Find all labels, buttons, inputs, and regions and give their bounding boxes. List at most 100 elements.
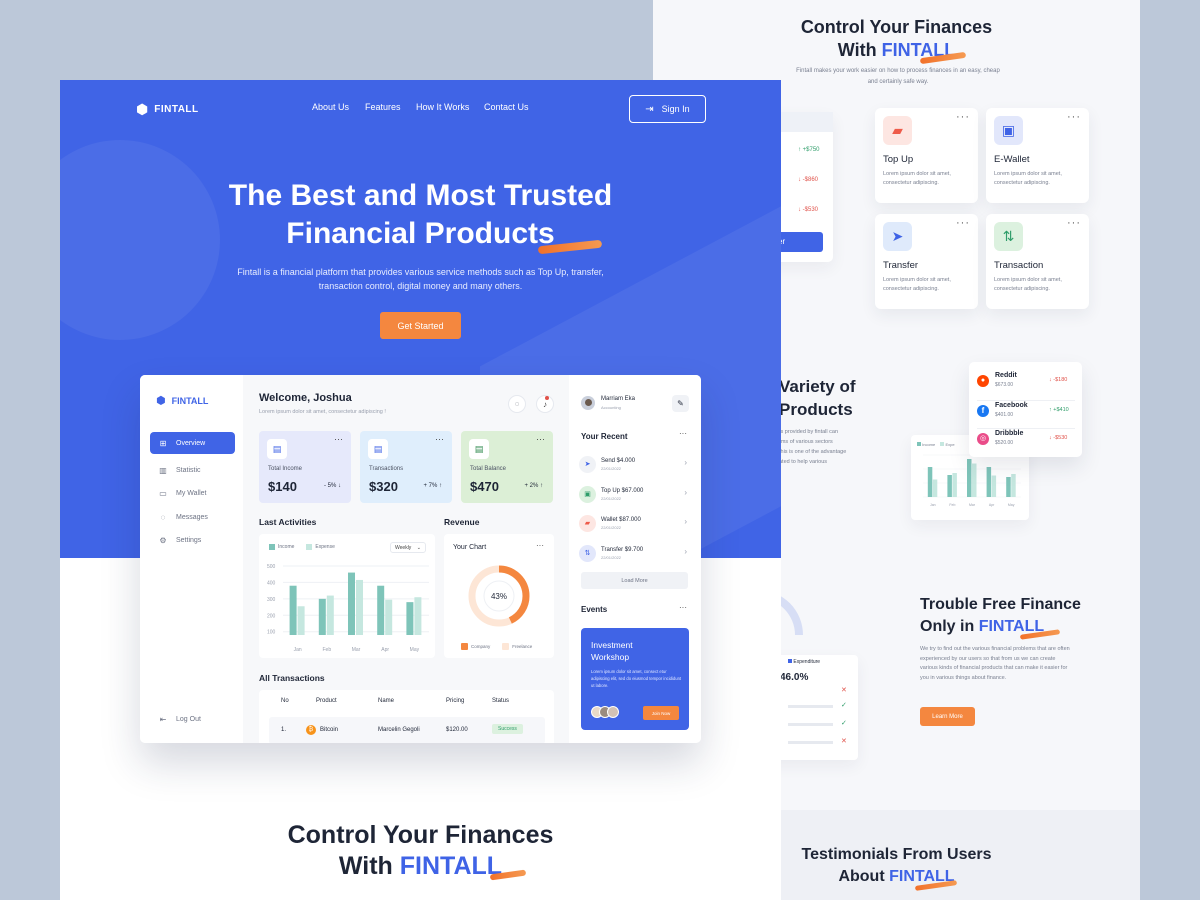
feature-desc: Lorem ipsum dolor sit amet, consectetur … (883, 277, 951, 292)
more-icon[interactable]: ··· (435, 434, 444, 444)
brand-name: FINTALL (154, 104, 199, 115)
social-change: ↓ -$530 (1049, 435, 1068, 441)
welcome-subtitle: Lorem ipsum dolor sit amet, consectetur … (259, 409, 386, 415)
sidebar-item-overview[interactable]: ⊞ Overview (150, 432, 235, 454)
feature-desc: Lorem ipsum dolor sit amet, consectetur … (994, 171, 1062, 186)
legend-swatch (788, 659, 792, 663)
x-tick-label: Apr (381, 647, 389, 653)
event-card[interactable]: Investment Workshop Lorem ipsum dolor sit… (581, 628, 689, 730)
social-row-facebook[interactable]: f Facebook $401.00 ↑ +$410 (977, 400, 1075, 424)
social-row-dribbble[interactable]: ◎ Dribbble $520.00 ↓ -$530 (977, 428, 1075, 452)
bar-income (377, 585, 385, 635)
stat-card-transactions[interactable]: ▤ ··· Transactions $320 + 7% ↑ (360, 431, 452, 503)
chevron-right-icon: › (684, 458, 687, 467)
more-icon[interactable]: ··· (679, 429, 687, 438)
chevron-right-icon: › (684, 488, 687, 497)
sign-in-label: Sign In (661, 104, 690, 114)
feature-card-transfer[interactable]: ➤ ··· Transfer Lorem ipsum dolor sit ame… (875, 214, 978, 309)
hero-title-line2: Financial Products (286, 217, 555, 250)
social-card: ● Reddit $673.00 ↓ -$180 f Facebook $401… (969, 362, 1082, 457)
feature-card-topup[interactable]: ▰ ··· Top Up Lorem ipsum dolor sit amet,… (875, 108, 978, 203)
dashboard-logo[interactable]: ⬢ FINTALL (156, 394, 208, 407)
feature-card-ewallet[interactable]: ▣ ··· E-Wallet Lorem ipsum dolor sit ame… (986, 108, 1089, 203)
bar-expense (356, 579, 363, 635)
recent-label: Transfer $9.700 (601, 546, 644, 553)
money-icon: ▤ (368, 439, 388, 459)
social-name: Facebook (995, 402, 1028, 409)
transfer-icon: ⇅ (579, 544, 596, 562)
nav-about-us[interactable]: About Us (312, 102, 349, 112)
feature-card-transaction[interactable]: ⇅ ··· Transaction Lorem ipsum dolor sit … (986, 214, 1089, 309)
dashboard-preview: ⬢ FINTALL ⊞ Overview ▥ Statistic ▭ My Walle… (140, 375, 701, 743)
edit-icon[interactable]: ✎ (672, 395, 689, 412)
login-icon: ⇥ (645, 103, 654, 115)
social-amount: $520.00 (995, 440, 1014, 446)
more-icon[interactable]: ··· (956, 217, 970, 229)
col-header-no: No (281, 698, 289, 704)
y-tick-label: 300 (267, 597, 276, 603)
x-tick-label: Jan (294, 647, 302, 653)
mini-bar-income (986, 467, 992, 497)
chart-icon: ▥ (159, 465, 167, 475)
learn-more-button[interactable]: Learn More (920, 707, 975, 726)
all-transactions-title: All Transactions (259, 673, 325, 683)
chevron-down-icon: ⌄ (416, 544, 421, 551)
cell-pricing: $120.00 (446, 727, 468, 733)
cell-product: Bitcoin (320, 727, 339, 733)
more-icon[interactable]: ··· (956, 111, 970, 123)
recent-date: 22/01/2022 (601, 465, 622, 471)
more-icon[interactable]: ··· (1067, 217, 1081, 229)
main-landing-page: ⬢ FINTALL About Us Features How It Works… (60, 80, 781, 900)
more-icon[interactable]: ··· (536, 541, 544, 550)
sidebar-item-my-wallet[interactable]: ▭ My Wallet (150, 482, 235, 504)
bar-income (406, 602, 414, 635)
get-started-button[interactable]: Get Started (380, 312, 461, 339)
brand-accent: FINTALL (399, 852, 503, 880)
sidebar-item-messages[interactable]: ◌ Messages (150, 506, 235, 528)
more-icon[interactable]: ··· (536, 434, 545, 444)
money-icon: ▤ (469, 439, 489, 459)
legend-swatch-company (461, 643, 468, 650)
nav-contact-us[interactable]: Contact Us (484, 102, 529, 112)
notification-dot (545, 396, 549, 400)
period-dropdown[interactable]: Weekly ⌄ (390, 542, 426, 553)
more-icon[interactable]: ··· (334, 434, 343, 444)
attendee-avatars (591, 706, 619, 718)
dashboard-right-panel: Marriam Eka Accounting ✎ Your Recent ···… (569, 375, 701, 743)
mini-bar-expense (932, 479, 938, 497)
legend-swatch-income (269, 544, 275, 550)
logout-button[interactable]: ⇤ Log Out (150, 708, 235, 730)
recent-item-transfer[interactable]: ⇅ Transfer $9.700 22/01/2022 › (579, 540, 691, 566)
legend-swatch (917, 442, 921, 446)
sidebar-item-label: Settings (176, 536, 202, 544)
logo[interactable]: ⬢ FINTALL (136, 101, 199, 118)
trouble-desc: We try to find out the various financial… (920, 646, 1070, 681)
bar-income (289, 585, 297, 635)
amount-up: ↑ +$750 (798, 147, 820, 153)
more-icon[interactable]: ··· (1067, 111, 1081, 123)
wallet-red-icon: ▰ (883, 116, 912, 145)
stat-card-total-income[interactable]: ▤ ··· Total Income $140 - 5% ↓ (259, 431, 351, 503)
mini-bar-expense (1011, 474, 1016, 497)
stat-change-text: + 2% (524, 483, 539, 489)
recent-item-topup[interactable]: ▣ Top Up $67.000 22/01/2022 › (579, 481, 691, 507)
topup-icon: ▣ (579, 485, 596, 503)
social-row-reddit[interactable]: ● Reddit $673.00 ↓ -$180 (977, 370, 1075, 394)
avatar[interactable] (581, 396, 595, 410)
stat-value: $470 (470, 479, 499, 494)
load-more-button[interactable]: Load More (581, 572, 688, 589)
nav-features[interactable]: Features (365, 102, 401, 112)
join-now-button[interactable]: Join Now (643, 706, 679, 720)
recent-item-send[interactable]: ➤ Send $4.000 22/01/2022 › (579, 451, 691, 477)
sidebar-item-statistic[interactable]: ▥ Statistic (150, 459, 235, 481)
nav-how-it-works[interactable]: How It Works (416, 102, 469, 112)
more-icon[interactable]: ··· (679, 603, 687, 612)
stat-card-total-balance[interactable]: ▤ ··· Total Balance $470 + 2% ↑ (461, 431, 553, 503)
chat-icon[interactable]: ◌ (508, 395, 526, 413)
sign-in-button[interactable]: ⇥ Sign In (629, 95, 706, 123)
mini-bar-chart: Jan Feb Mar Apr May (923, 454, 1021, 507)
recent-item-wallet[interactable]: ▰ Wallet $87.000 22/01/2022 › (579, 510, 691, 536)
sidebar-item-settings[interactable]: ⚙ Settings (150, 529, 235, 551)
table-row[interactable]: 1. ₿ Bitcoin Marcelin Gegoli $120.00 Suc… (269, 717, 545, 743)
placeholder-line (788, 723, 833, 726)
